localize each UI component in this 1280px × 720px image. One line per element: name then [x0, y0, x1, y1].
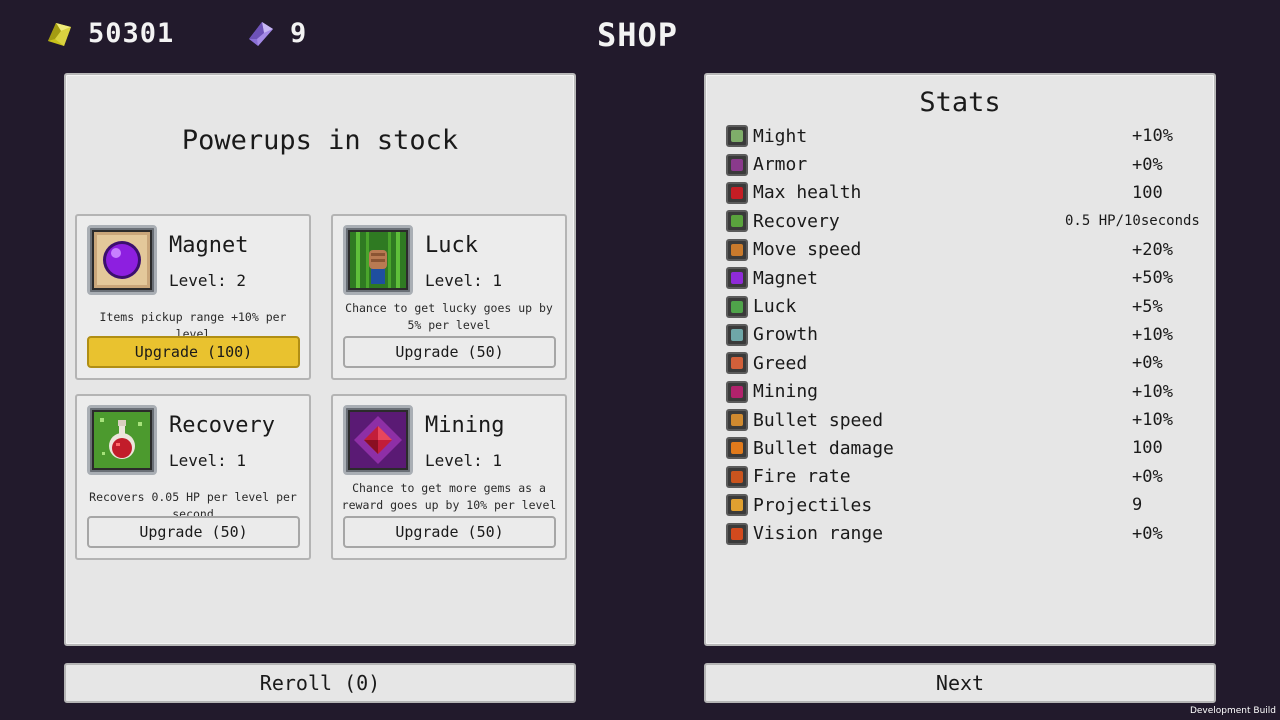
stat-label: Mining: [753, 381, 819, 403]
powerups-panel: Powerups in stock Magnet Level: 2 Items …: [64, 73, 576, 646]
powerups-heading: Powerups in stock: [181, 125, 459, 156]
stat-value: +0%: [1132, 154, 1163, 175]
boot-icon: [726, 238, 748, 261]
stat-label: Recovery: [753, 210, 840, 232]
recovery-potion-icon: [87, 405, 157, 475]
stat-value: +20%: [1132, 239, 1173, 260]
stat-label: Move speed: [753, 239, 862, 261]
stat-label: Vision range: [753, 523, 884, 545]
stat-value: +5%: [1132, 296, 1163, 317]
stat-row: Recovery 0.5 HP/10seconds: [726, 207, 1202, 235]
stat-label: Might: [753, 125, 808, 147]
upgrade-magnet-button[interactable]: Upgrade (100): [87, 336, 300, 368]
powerup-level: Level: 2: [169, 271, 247, 290]
stat-row: Magnet +50%: [726, 264, 1202, 292]
powerup-card-mining: Mining Level: 1 Chance to get more gems …: [331, 394, 567, 560]
stat-label: Armor: [753, 154, 808, 176]
stats-heading: Stats: [919, 87, 1001, 118]
stat-value: 100: [1132, 182, 1163, 203]
greed-icon: [726, 352, 748, 375]
page-title: SHOP: [596, 16, 679, 54]
stat-label: Magnet: [753, 267, 819, 289]
stat-label: Greed: [753, 352, 808, 374]
stat-value: +50%: [1132, 268, 1173, 289]
upgrade-recovery-button[interactable]: Upgrade (50): [87, 516, 300, 548]
fire-rate-icon: [726, 465, 748, 488]
stat-label: Fire rate: [753, 466, 851, 488]
stat-label: Luck: [753, 296, 797, 318]
powerup-name: Recovery: [169, 413, 275, 438]
stat-label: Bullet damage: [753, 437, 894, 459]
stat-value: +0%: [1132, 466, 1163, 487]
bullet-damage-icon: [726, 437, 748, 460]
powerup-level: Level: 1: [169, 451, 247, 470]
stat-label: Bullet speed: [753, 409, 884, 431]
powerup-card-magnet: Magnet Level: 2 Items pickup range +10% …: [75, 214, 311, 380]
projectiles-icon: [726, 494, 748, 517]
powerup-name: Luck: [425, 233, 478, 258]
mining-gem-icon: [343, 405, 413, 475]
stat-row: Fire rate +0%: [726, 463, 1202, 491]
stat-label: Projectiles: [753, 494, 873, 516]
stat-row: Move speed +20%: [726, 236, 1202, 264]
powerup-level: Level: 1: [425, 451, 503, 470]
bullet-speed-icon: [726, 409, 748, 432]
magnet-icon: [726, 267, 748, 290]
stat-value: +0%: [1132, 353, 1163, 374]
might-skull-icon: [726, 125, 748, 148]
stats-list: Might +10% Armor +0% Max health 100 Recovery 0.…: [726, 122, 1202, 548]
powerup-name: Magnet: [169, 233, 249, 258]
stat-row: Vision range +0%: [726, 519, 1202, 547]
powerup-card-recovery: Recovery Level: 1 Recovers 0.05 HP per l…: [75, 394, 311, 560]
powerup-level: Level: 1: [425, 271, 503, 290]
stats-panel: Stats Might +10% Armor +0% Max health 100 Reco…: [704, 73, 1216, 646]
stat-row: Mining +10%: [726, 378, 1202, 406]
development-build-label: Development Build: [1189, 706, 1276, 716]
stat-row: Projectiles 9: [726, 491, 1202, 519]
stat-value: 9: [1132, 495, 1143, 516]
stat-row: Max health 100: [726, 179, 1202, 207]
stat-value: +10%: [1132, 410, 1173, 431]
recovery-icon: [726, 210, 748, 233]
powerup-name: Mining: [425, 413, 505, 438]
stat-value: +10%: [1132, 381, 1173, 402]
eye-icon: [726, 522, 748, 545]
stat-value: +0%: [1132, 523, 1163, 544]
stat-row: Luck +5%: [726, 292, 1202, 320]
pickaxe-icon: [726, 380, 748, 403]
stat-value: 0.5 HP/10seconds: [1065, 213, 1200, 230]
armor-icon: [726, 153, 748, 176]
powerup-description: Chance to get more gems as a reward goes…: [341, 481, 557, 512]
heart-icon: [726, 181, 748, 204]
growth-icon: [726, 323, 748, 346]
upgrade-mining-button[interactable]: Upgrade (50): [343, 516, 556, 548]
stat-row: Armor +0%: [726, 150, 1202, 178]
stat-row: Bullet damage 100: [726, 434, 1202, 462]
stat-label: Growth: [753, 324, 819, 346]
powerup-description: Chance to get lucky goes up by 5% per le…: [345, 301, 553, 332]
stat-value: +10%: [1132, 126, 1173, 147]
next-button[interactable]: Next: [704, 663, 1216, 703]
stat-row: Bullet speed +10%: [726, 406, 1202, 434]
stat-row: Growth +10%: [726, 321, 1202, 349]
stat-label: Max health: [753, 182, 862, 204]
powerup-card-luck: Luck Level: 1 Chance to get lucky goes u…: [331, 214, 567, 380]
stat-row: Greed +0%: [726, 349, 1202, 377]
clover-icon: [726, 295, 748, 318]
luck-fist-icon: [343, 225, 413, 295]
magnet-orb-icon: [87, 225, 157, 295]
stat-value: +10%: [1132, 324, 1173, 345]
stat-value: 100: [1132, 438, 1163, 459]
upgrade-luck-button[interactable]: Upgrade (50): [343, 336, 556, 368]
reroll-button[interactable]: Reroll (0): [64, 663, 576, 703]
stat-row: Might +10%: [726, 122, 1202, 150]
